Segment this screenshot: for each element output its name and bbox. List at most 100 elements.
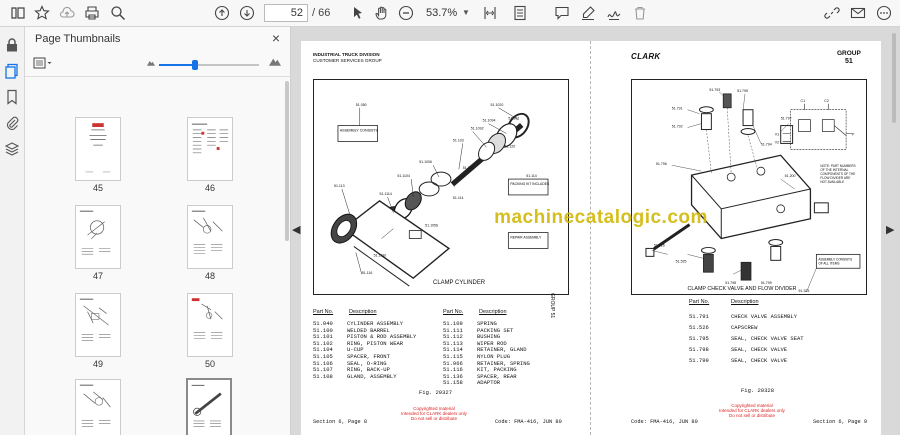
thumbnail-label: 50 [204,359,215,369]
parts-row: 51.798 SEAL, CHECK VALVE [689,346,788,353]
document-viewer[interactable]: ◀ ▶ INDUSTRIAL TRUCK DIVISION CUSTOMER S… [291,27,900,435]
draw-signature-icon[interactable] [604,3,624,23]
header-group: CUSTOMER SERVICES GROUP [313,58,382,63]
footer-section: Section 6, Page 8 [313,419,368,425]
check-valve-diagram: C1 C2 V1 V2 P NOTE: PART NUMBERS OF THE … [631,79,867,295]
comment-icon[interactable] [552,3,572,23]
thumbnail-list: 45 46 47 48 49 50 51 52 [25,77,283,435]
left-document-page: INDUSTRIAL TRUCK DIVISION CUSTOMER SERVI… [301,41,590,435]
thumbnail-size-slider[interactable] [159,60,259,70]
panel-toolbar [25,53,291,77]
zoom-dropdown-chevron-icon[interactable]: ▼ [462,4,470,22]
thumbnail-options-button[interactable] [33,57,59,73]
flow-divider-note: NOTE: PART NUMBERS OF THE INTERNAL COMPO… [820,164,856,184]
lock-icon[interactable] [4,37,21,54]
packing-kit-label: PACKING KIT INCLUDES [510,182,550,186]
thumbnail-label: 49 [92,359,103,369]
repair-assembly-label: REPAIR ASSEMBLY [510,236,542,240]
footer-section: Section 6, Page 9 [813,419,868,425]
delete-trash-icon[interactable] [630,3,650,23]
attachments-paperclip-icon[interactable] [4,115,21,132]
thumbnail-label: 47 [92,271,103,281]
email-icon[interactable] [848,3,868,23]
parts-list-right: 51.109 SPRING 51.111 PACKING SET 51.112 BUS… [443,320,530,387]
document-scrollbar-thumb[interactable] [892,33,896,123]
table-header-part: Part No. [443,309,464,315]
thumbnail-scrollbar[interactable] [283,77,291,435]
thumbnail-page-52[interactable] [186,378,232,435]
clark-logo: CLARK [631,52,661,61]
thumbnail-scrollbar-thumb[interactable] [285,81,289,241]
clamp-cylinder-drawing: ASSEMBLY CONSISTS PACKING KIT INCLUDES R… [330,103,550,287]
highlight-pen-icon[interactable] [578,3,598,23]
left-tool-rail [0,27,25,435]
thumbnail-label: 45 [92,183,103,193]
page-total-label: / 66 [312,7,331,19]
large-mountain-icon [269,56,281,68]
table-header-desc: Description [479,309,507,315]
parts-list-left: 51.040 CYLINDER ASSEMBLY 51.100 WELDED BAR… [313,320,416,380]
panel-title: Page Thumbnails [35,33,121,45]
parts-row: 51.795 SEAL, CHECK VALVE SEAT [689,335,804,342]
group-side-label: GROUP 51 [549,293,555,319]
valve-diagram-title: CLAMP CHECK VALVE AND FLOW DIVIDER [688,286,797,292]
more-options-icon[interactable] [874,3,894,23]
watermark-text: machinecatalogic.com [494,207,708,228]
fit-page-icon[interactable] [480,3,500,23]
previous-page-arrow-icon[interactable]: ◀ [292,223,300,236]
thumbnail-size-handle[interactable] [192,60,198,70]
next-page-icon[interactable] [237,3,257,23]
scroll-mode-icon[interactable] [510,3,530,23]
diagram-title: CLAMP CYLINDER [433,280,486,286]
table-header-desc: Description [349,309,377,315]
search-icon[interactable] [108,3,128,23]
home-icon[interactable] [8,3,28,23]
document-scrollbar[interactable] [890,27,898,435]
page-spread: INDUSTRIAL TRUCK DIVISION CUSTOMER SERVI… [301,41,881,435]
thumbnail-label: 48 [204,271,215,281]
copyright-notice: Copyrighted material Intended for CLARK … [401,406,467,421]
thumbnail-page-46[interactable] [187,117,233,181]
print-icon[interactable] [82,3,102,23]
share-link-icon[interactable] [822,3,842,23]
bookmark-star-icon[interactable] [32,3,52,23]
valve-parts-list: 51.791 CHECK VALVE ASSEMBLY 51.526 CAPSCRE… [689,311,804,366]
bookmarks-icon[interactable] [4,89,21,106]
thumbnail-page-45[interactable] [75,117,121,181]
thumbnail-page-51[interactable] [75,379,121,435]
group-number: 51 [845,58,853,65]
copyright-notice: Copyrighted material Intended for CLARK … [719,403,785,418]
figure-number: Fig. 20327 [419,389,453,396]
thumbnail-size-fill [159,64,195,66]
thumbnail-page-48[interactable] [187,205,233,269]
select-cursor-icon[interactable] [348,3,368,23]
table-header-part: Part No. [313,309,334,315]
thumbnail-page-47[interactable] [75,205,121,269]
footer-code: Code: FMA-416, JUN 80 [631,419,698,425]
parts-row: 51.108 GLAND, ASSEMBLY [313,372,397,380]
upload-cloud-icon[interactable] [57,3,77,23]
parts-row: 51.799 SEAL, CHECK VALVE [689,357,788,364]
check-valve-drawing: C1 C2 V1 V2 P NOTE: PART NUMBERS OF THE … [645,88,861,293]
layers-icon[interactable] [4,141,21,158]
group-label: GROUP [837,50,861,57]
table-header-desc: Description [731,299,759,305]
right-document-page: CLARK GROUP 51 C1 C2 V1 V2 P NOTE: PART … [591,41,881,435]
zoom-out-icon[interactable] [396,3,416,23]
thumbnail-page-49[interactable] [75,293,121,357]
parts-row: 51.526 CAPSCREW [689,324,758,331]
page-number-input[interactable]: 52 [264,4,308,22]
footer-code: Code: FMA-416, JUN 80 [495,419,562,425]
assembly-consists-box-line2: OF ALL ITEMS [818,261,839,265]
small-mountain-icon [147,58,155,68]
page-thumbnails-icon[interactable] [4,63,21,80]
thumbnail-page-50[interactable] [187,293,233,357]
table-header-part: Part No. [689,299,710,305]
close-icon[interactable]: × [272,30,280,46]
thumbnail-label: 46 [204,183,215,193]
clamp-cylinder-diagram: ASSEMBLY CONSISTS PACKING KIT INCLUDES R… [313,79,569,295]
previous-page-icon[interactable] [212,3,232,23]
figure-number: Fig. 20328 [741,387,775,394]
hand-tool-icon[interactable] [372,3,392,23]
page-thumbnails-panel: Page Thumbnails × 45 46 47 48 49 50 [25,27,291,435]
